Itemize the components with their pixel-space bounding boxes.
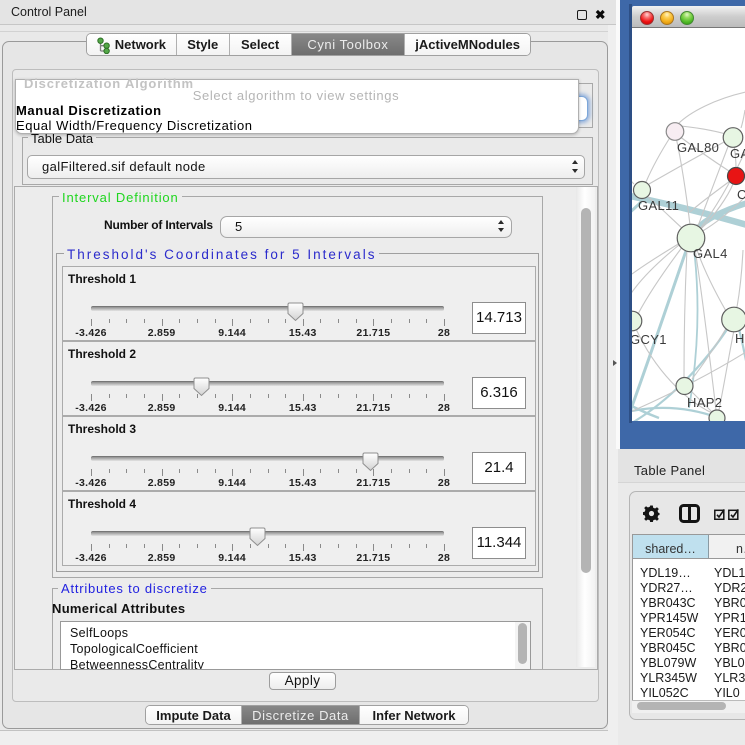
svg-text:GAL11: GAL11 [638, 198, 679, 213]
svg-text:GCY1: GCY1 [632, 332, 667, 347]
svg-text:GAL4: GAL4 [693, 246, 728, 261]
svg-text:H: H [735, 331, 745, 346]
svg-text:GAL80: GAL80 [677, 140, 719, 155]
svg-text:GA: GA [730, 146, 745, 161]
svg-text:HAP2: HAP2 [687, 395, 722, 410]
svg-text:C: C [737, 187, 745, 202]
